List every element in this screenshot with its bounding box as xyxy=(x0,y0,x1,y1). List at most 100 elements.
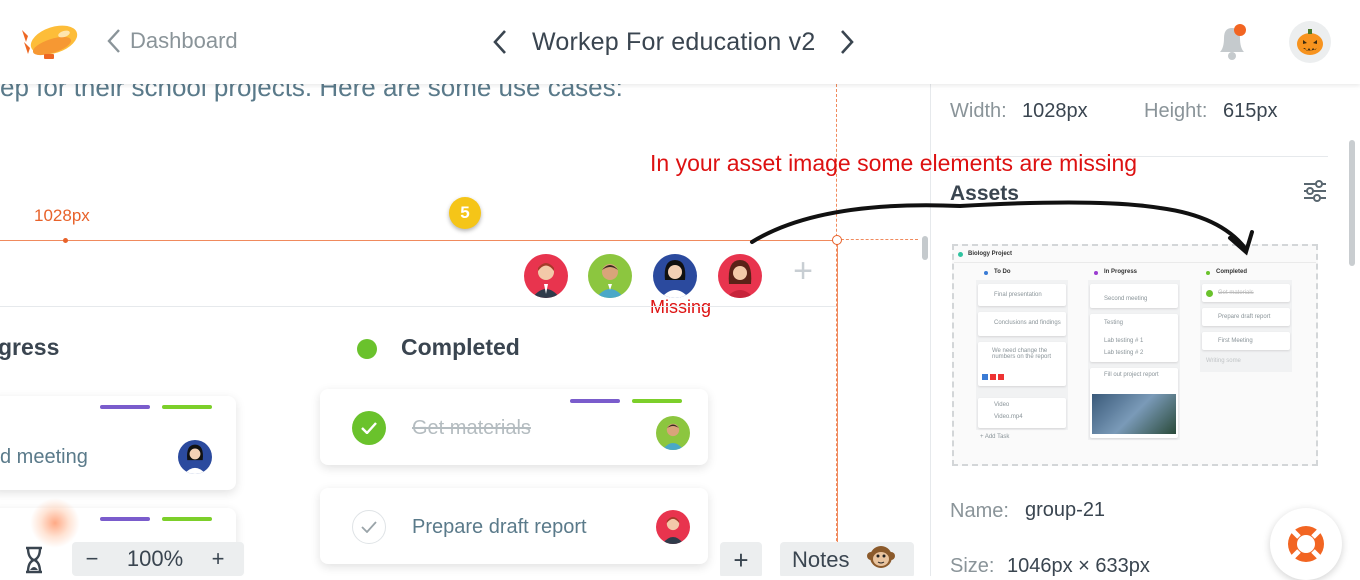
preview-card-text: Conclusions and findings xyxy=(994,320,1061,326)
back-label: Dashboard xyxy=(130,28,238,53)
width-value: 1028px xyxy=(1022,100,1088,122)
preview-card-text: Prepare draft report xyxy=(1218,314,1271,320)
preview-file-icon xyxy=(982,374,988,380)
column-title-in-progress: gress xyxy=(0,334,60,360)
screen-title: Workep For education v2 xyxy=(532,27,816,56)
completed-dot xyxy=(1206,271,1210,275)
zoom-level: 100% xyxy=(126,546,184,571)
zoom-out-button[interactable]: − xyxy=(72,546,112,572)
preview-card: First Meeting xyxy=(1202,332,1290,350)
preview-add-task: + Add Task xyxy=(980,434,1010,440)
top-header: Dashboard Workep For education v2 xyxy=(0,0,1360,84)
chevron-left-icon xyxy=(107,29,120,53)
preview-image xyxy=(1092,394,1176,434)
preview-card-text: Lab testing # 2 xyxy=(1104,350,1144,356)
notes-label: Notes xyxy=(792,547,850,572)
assignee-avatar[interactable] xyxy=(178,440,212,474)
width-dimension-label: 1028px xyxy=(28,206,96,226)
asset-thumbnail[interactable]: Biology Project To Do In Progress Comple… xyxy=(952,244,1318,466)
preview-card: Second meeting xyxy=(1090,284,1178,308)
member-avatar[interactable] xyxy=(653,254,697,298)
preview-card: Prepare draft report xyxy=(1202,308,1290,326)
todo-dot xyxy=(984,271,988,275)
preview-card-text: Final presentation xyxy=(994,292,1042,298)
preview-card: Testing Lab testing # 1 Lab testing # 2 xyxy=(1090,314,1178,362)
preview-card-text: Testing xyxy=(1104,320,1124,326)
task-card[interactable]: Prepare draft report xyxy=(320,488,708,564)
label-bar-green xyxy=(162,405,212,409)
member-avatar[interactable] xyxy=(524,254,568,298)
preview-column-completed: Completed xyxy=(1216,269,1248,275)
zoom-in-button[interactable]: + xyxy=(198,546,238,572)
column-title-completed: Completed xyxy=(401,334,520,360)
preview-file-icon xyxy=(998,374,1004,380)
label-bar-purple xyxy=(100,405,150,409)
task-title: d meeting xyxy=(0,446,88,468)
help-lifebuoy-button[interactable] xyxy=(1270,508,1342,580)
preview-file-icon xyxy=(990,374,996,380)
checkmark-icon[interactable] xyxy=(352,411,386,445)
comment-count-badge[interactable]: 5 xyxy=(449,197,481,229)
checkmark-icon[interactable] xyxy=(352,510,386,544)
size-label: Size: xyxy=(950,555,995,577)
task-card[interactable]: d meeting xyxy=(0,396,236,490)
preview-card: Final presentation xyxy=(978,284,1066,306)
hourglass-icon[interactable] xyxy=(14,542,54,576)
preview-card: We need change the numbers on the report xyxy=(978,342,1066,386)
height-value: 615px xyxy=(1223,100,1278,122)
user-avatar[interactable] xyxy=(1288,20,1332,64)
width-label: Width: xyxy=(950,100,1007,122)
name-value: group-21 xyxy=(1025,499,1106,521)
back-to-dashboard-link[interactable]: Dashboard xyxy=(106,26,238,56)
task-card-completed[interactable]: Get materials xyxy=(320,389,708,465)
add-button[interactable]: + xyxy=(720,542,762,576)
header-divider xyxy=(0,306,836,307)
panel-scrollbar[interactable] xyxy=(1349,140,1355,266)
assignee-avatar[interactable] xyxy=(656,416,690,450)
annotation-arrow xyxy=(750,200,1254,256)
preview-card-text: Second meeting xyxy=(1104,296,1148,302)
label-bar-purple xyxy=(570,399,620,403)
task-title: Prepare draft report xyxy=(412,516,587,538)
preview-card-text: Fill out project report xyxy=(1104,372,1159,378)
filter-settings-icon[interactable] xyxy=(1300,176,1330,206)
next-screen-icon[interactable] xyxy=(837,28,857,56)
preview-card-text: Video xyxy=(994,402,1010,408)
annotation-text: In your asset image some elements are mi… xyxy=(650,150,1138,176)
preview-card-text: Get materials xyxy=(1218,290,1254,296)
previous-screen-icon[interactable] xyxy=(490,28,510,56)
label-bar-purple xyxy=(100,517,150,521)
pulse-indicator xyxy=(30,498,80,548)
zeplin-blimp-logo[interactable] xyxy=(22,16,82,66)
monkey-icon xyxy=(867,543,896,577)
notifications-bell-icon[interactable] xyxy=(1210,20,1254,64)
zoom-control: − 100% + xyxy=(72,542,244,576)
preview-card-text: Lab testing # 1 xyxy=(1104,338,1144,344)
add-member-button[interactable]: + xyxy=(788,254,818,288)
preview-card: Get materials xyxy=(1202,284,1290,302)
preview-card: Fill out project report xyxy=(1090,368,1178,438)
preview-card-text: First Meeting xyxy=(1218,338,1253,344)
preview-column-progress: In Progress xyxy=(1104,269,1138,275)
dimension-marker xyxy=(63,238,68,243)
preview-card-text: Video.mp4 xyxy=(994,414,1023,420)
preview-writing-placeholder: Writing some xyxy=(1206,358,1241,364)
preview-check-icon xyxy=(1206,290,1213,297)
preview-card: Video Video.mp4 xyxy=(978,398,1066,428)
name-label: Name: xyxy=(950,500,1009,522)
progress-dot xyxy=(1094,271,1098,275)
notes-button[interactable]: Notes xyxy=(780,542,914,576)
missing-annotation: Missing xyxy=(650,297,712,317)
member-avatar[interactable] xyxy=(718,254,762,298)
screen-title-nav: Workep For education v2 xyxy=(490,22,857,62)
size-value: 1046px × 633px xyxy=(1007,555,1150,577)
preview-divider xyxy=(954,262,1316,263)
preview-card-text: We need change the numbers on the report xyxy=(992,348,1052,360)
preview-column-todo: To Do xyxy=(994,269,1011,275)
intro-text: ep for their school projects. Here are s… xyxy=(0,84,623,102)
member-avatar[interactable] xyxy=(588,254,632,298)
task-title: Get materials xyxy=(412,417,531,439)
assignee-avatar[interactable] xyxy=(656,510,690,544)
preview-card: Conclusions and findings xyxy=(978,312,1066,336)
height-label: Height: xyxy=(1144,100,1208,122)
